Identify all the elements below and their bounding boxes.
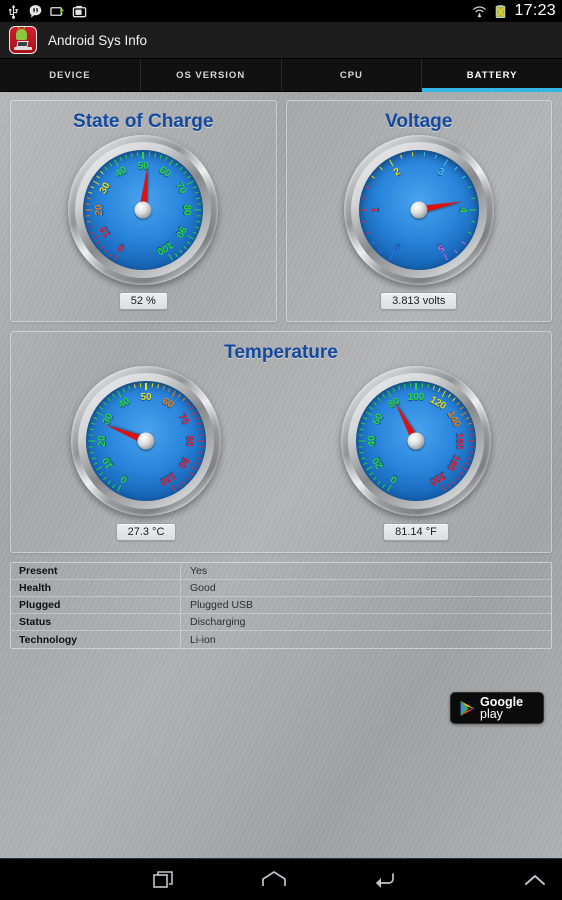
panel-voltage: Voltage 012345 3.813 volts bbox=[285, 100, 552, 322]
table-row-key: Technology bbox=[11, 631, 181, 648]
temperature-fahrenheit-gauge: 0 20 40 60 80 100 120 140 160 180 200 81.14 °F bbox=[281, 366, 551, 552]
voltage-readout: 3.813 volts bbox=[380, 292, 458, 310]
tab-cpu[interactable]: CPU bbox=[282, 59, 423, 91]
usb-icon bbox=[6, 4, 21, 19]
hangouts-icon bbox=[28, 4, 43, 19]
recent-apps-icon bbox=[153, 870, 174, 888]
table-row: Status Discharging bbox=[11, 614, 551, 631]
table-row: Plugged Plugged USB bbox=[11, 597, 551, 614]
recent-apps-button[interactable] bbox=[110, 869, 220, 891]
gauge-bezel: 012345 bbox=[343, 135, 494, 285]
chevron-up-icon bbox=[525, 874, 545, 885]
play-product: play bbox=[480, 707, 503, 721]
google-play-button[interactable]: Google play bbox=[450, 692, 544, 724]
screenshot-icon bbox=[72, 4, 87, 19]
tab-bar: DEVICE OS VERSION CPU BATTERY bbox=[0, 59, 562, 92]
panel-title-voltage: Voltage bbox=[385, 111, 453, 132]
state-of-charge-gauge: 0 10 20 30 40 50 60 70 80 90 100 52 % bbox=[11, 135, 276, 321]
action-bar: Android Sys Info bbox=[0, 22, 562, 59]
gauge-bezel-inner: 0 10 20 30 40 50 60 70 80 90 100 bbox=[75, 142, 212, 278]
android-sys-info-icon bbox=[9, 26, 37, 54]
gauge-dial: 012345 bbox=[358, 150, 479, 270]
gauge-hub bbox=[134, 201, 152, 219]
state-of-charge-readout: 52 % bbox=[118, 292, 168, 310]
gauge-bezel: 0 20 40 60 80 100 120 140 160 180 200 bbox=[341, 366, 491, 516]
table-row-key: Health bbox=[11, 580, 181, 596]
gauge-bezel-inner: 012345 bbox=[350, 142, 487, 278]
back-button[interactable] bbox=[329, 869, 439, 891]
temperature-fahrenheit-readout: 81.14 °F bbox=[383, 523, 449, 541]
battery-content: State of Charge 0 10 20 30 40 50 60 70 80 90 100 5… bbox=[0, 92, 562, 858]
navigation-bar bbox=[0, 858, 562, 900]
gauge-bezel: 0 10 20 30 40 50 60 70 80 90 100 bbox=[71, 366, 221, 516]
app-title: Android Sys Info bbox=[48, 32, 148, 48]
table-row-value: Li-ion bbox=[190, 633, 216, 646]
usb-connected-icon bbox=[50, 4, 65, 19]
home-button[interactable] bbox=[219, 869, 329, 891]
gauge-dial: 0 10 20 30 40 50 60 70 80 90 100 bbox=[83, 150, 204, 270]
status-bar: 17:23 bbox=[0, 0, 562, 22]
back-icon bbox=[375, 872, 394, 888]
google-play-icon bbox=[460, 700, 475, 716]
table-row-value: Good bbox=[190, 582, 216, 594]
table-row-key: Present bbox=[11, 563, 181, 579]
gauge-hub bbox=[137, 432, 155, 450]
expand-button[interactable] bbox=[438, 870, 562, 890]
table-row-value: Discharging bbox=[190, 616, 246, 628]
voltage-gauge: 012345 3.813 volts bbox=[287, 135, 552, 321]
panel-title-state-of-charge: State of Charge bbox=[73, 111, 214, 132]
table-row-value: Yes bbox=[190, 565, 208, 577]
battery-info-table: Present Yes Health Good Plugged Plugged USB St… bbox=[10, 562, 552, 649]
gauge-bezel-inner: 0 10 20 30 40 50 60 70 80 90 100 bbox=[78, 373, 214, 509]
temperature-celsius-gauge: 0 10 20 30 40 50 60 70 80 90 100 27.3 °C bbox=[11, 366, 281, 552]
table-row-key: Status bbox=[11, 614, 181, 630]
gauge-hub bbox=[410, 201, 428, 219]
wifi-icon bbox=[472, 4, 487, 19]
gauge-bezel-inner: 0 20 40 60 80 100 120 140 160 180 200 bbox=[348, 373, 484, 509]
tab-device[interactable]: DEVICE bbox=[0, 59, 141, 91]
battery-charging-icon bbox=[493, 4, 508, 19]
panel-state-of-charge: State of Charge 0 10 20 30 40 50 60 70 80 90 100 5… bbox=[10, 100, 277, 322]
gauge-hub bbox=[407, 432, 425, 450]
gauge-bezel: 0 10 20 30 40 50 60 70 80 90 100 bbox=[68, 135, 219, 285]
tab-battery[interactable]: BATTERY bbox=[422, 59, 562, 92]
table-row-value: Plugged USB bbox=[190, 599, 254, 611]
home-icon bbox=[262, 870, 286, 886]
panel-title-temperature: Temperature bbox=[224, 342, 338, 363]
table-row: Health Good bbox=[11, 580, 551, 597]
table-row: Present Yes bbox=[11, 563, 551, 580]
table-row-key: Plugged bbox=[11, 597, 181, 613]
tab-os-version[interactable]: OS VERSION bbox=[141, 59, 282, 91]
status-bar-clock: 17:23 bbox=[514, 2, 556, 19]
gauge-dial: 0 20 40 60 80 100 120 140 160 180 200 bbox=[356, 381, 476, 501]
table-row: Technology Li-ion bbox=[11, 631, 551, 648]
panel-temperature: Temperature 0 10 20 30 40 50 60 70 80 90 100 27.3 … bbox=[10, 331, 552, 553]
gauge-dial: 0 10 20 30 40 50 60 70 80 90 100 bbox=[86, 381, 206, 501]
temperature-celsius-readout: 27.3 °C bbox=[115, 523, 177, 541]
